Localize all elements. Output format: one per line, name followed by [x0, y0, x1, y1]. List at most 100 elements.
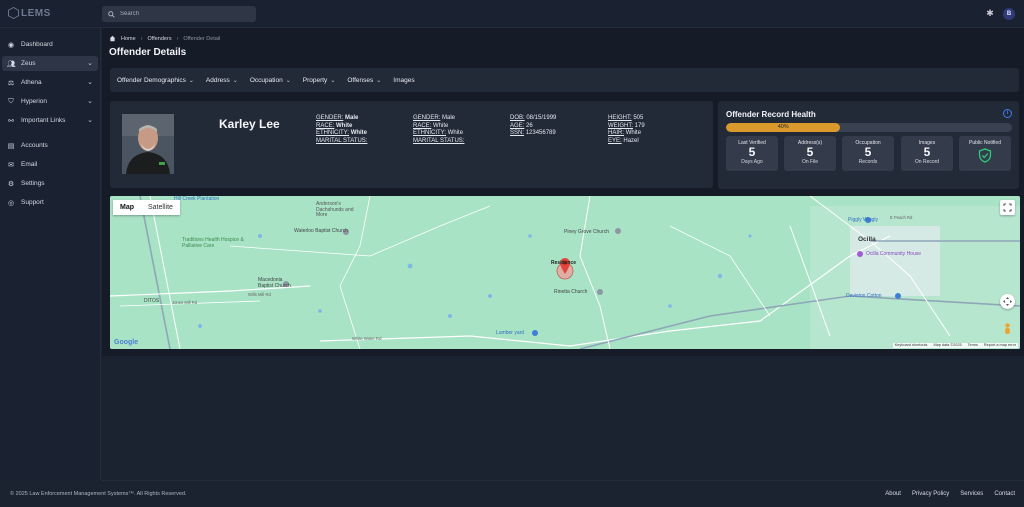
theme-toggle-sun-icon[interactable]: ✱ [985, 8, 995, 18]
tab-label: Property [302, 76, 328, 84]
home-icon [109, 35, 116, 42]
report-map-error-link[interactable]: Report a map error [984, 343, 1016, 348]
footer: © 2025 Law Enforcement Management System… [10, 480, 1024, 507]
offender-photo[interactable] [122, 114, 174, 174]
satellite-view-button[interactable]: Satellite [141, 200, 180, 215]
map-label-highway: E Peach Rd [890, 215, 913, 220]
search-icon [108, 10, 115, 18]
sidebar-item-accounts[interactable]: ▤ Accounts [2, 138, 98, 153]
tab-label: Address [205, 76, 230, 84]
tab-images[interactable]: Images [393, 77, 414, 84]
tab-property[interactable]: Property ⌄ [303, 77, 336, 84]
stat-last-verified: Last Verified 5 Days Ago [726, 136, 778, 171]
pegman-icon [1005, 323, 1010, 334]
dob-label: DOB: [510, 115, 525, 121]
tab-address[interactable]: Address ⌄ [206, 77, 238, 84]
chevron-down-icon: ⌄ [376, 77, 382, 84]
breadcrumb-offenders[interactable]: Offenders [148, 36, 172, 42]
sidebar-item-zeus[interactable]: 👥︎ Zeus ⌄ [2, 56, 98, 71]
map-label-road-2: Wills Mill Rd [248, 292, 271, 297]
stat-addresses: Address(s) 5 On File [784, 136, 836, 171]
race-label: RACE: [316, 122, 335, 129]
sidebar-item-email[interactable]: ✉ Email [2, 157, 98, 172]
record-health-card: Offender Record Health i 40% Last Verifi… [718, 101, 1019, 189]
map-label-traditions: Traditions Health Hospice & Palliative C… [182, 237, 244, 249]
identity-fields: DOB: 08/15/1999 AGE: 26 SSN: 123456789 [510, 115, 556, 138]
user-avatar[interactable]: B [1003, 8, 1015, 20]
stat-label: Public Notified [969, 140, 1001, 146]
hair-label: HAIR: [608, 130, 625, 136]
eye-label: EYE: [608, 137, 622, 144]
stat-public-notified: Public Notified [959, 136, 1011, 171]
record-health-title: Offender Record Health [726, 110, 816, 119]
sidebar-item-label: Important Links [21, 117, 66, 124]
sidebar-item-important-links[interactable]: ⚯ Important Links ⌄ [2, 113, 98, 128]
map-label-community: Ocilla Community House [866, 251, 922, 257]
sidebar-item-hyperion[interactable]: ⛉ Hyperion ⌄ [2, 94, 98, 109]
age-label: AGE: [510, 122, 525, 129]
fullscreen-icon [1003, 203, 1012, 212]
map-label-white-water: White Water Rd [352, 336, 382, 341]
shield-icon: ⛉ [8, 97, 14, 105]
sidebar-item-label: Hyperion [21, 98, 48, 105]
shield-check-icon [978, 148, 992, 163]
breadcrumb-home[interactable]: Home [121, 36, 136, 42]
gear-icon: ⚙ [7, 180, 15, 188]
sidebar-item-athena[interactable]: ⚖ Athena ⌄ [2, 75, 98, 90]
map-camera-control[interactable] [1000, 294, 1015, 309]
eye-value: Hazel [623, 137, 639, 144]
offender-photo-image [122, 114, 174, 174]
stat-occupation: Occupation 5 Records [842, 136, 894, 171]
footer-link-privacy-policy[interactable]: Privacy Policy [912, 491, 949, 497]
chevron-down-icon: ⌄ [87, 117, 93, 124]
map-label-lumber: Lumber yard [496, 330, 525, 336]
keyboard-shortcuts-link[interactable]: Keyboard shortcuts [895, 343, 928, 348]
ssn-value: 123456789 [525, 130, 556, 136]
ethnicity-value: White [350, 130, 368, 136]
stat-value: 5 [864, 145, 872, 159]
sidebar-item-settings[interactable]: ⚙ Settings [2, 176, 98, 191]
google-logo: Google [114, 339, 139, 346]
chevron-down-icon: ⌄ [285, 77, 291, 84]
map-label-ocilla: Ocilla [858, 236, 876, 243]
scale-icon: ⚖ [7, 79, 15, 87]
link-icon: ⚯ [8, 117, 14, 125]
map-view-button[interactable]: Map [113, 200, 141, 215]
tab-offenses[interactable]: Offenses ⌄ [347, 77, 381, 84]
summary-fields: GENDER: Male RACE: White ETHNICITY: Whit… [316, 115, 367, 145]
sidebar-item-label: Dashboard [21, 41, 53, 48]
sidebar-item-dashboard[interactable]: ◉ Dashboard [2, 37, 98, 52]
ethnicity-label: ETHNICITY: [413, 130, 447, 136]
footer-link-contact[interactable]: Contact [994, 491, 1015, 497]
map-attribution: Keyboard shortcuts Map data ©2025 Terms … [892, 343, 1018, 348]
search-box[interactable] [102, 6, 256, 22]
progress-label: 40% [777, 124, 789, 130]
app-logo[interactable]: LEMS [8, 7, 51, 19]
stat-images: Images 5 On Record [901, 136, 953, 171]
marital-status-label: MARITAL STATUS: [413, 137, 465, 144]
demographics-fields: GENDER: Male RACE: White ETHNICITY: Whit… [413, 115, 464, 145]
map-label-andersons: Anderson's Dachshunds and More [316, 201, 354, 218]
chevron-down-icon: ⌄ [232, 77, 238, 84]
ethnicity-label: ETHNICITY: [316, 130, 350, 136]
residence-map[interactable]: Map Satellite Hill Creek Plantation Ande… [110, 196, 1020, 349]
sidebar-item-label: Support [21, 199, 44, 206]
record-health-progress: 40% [726, 123, 1012, 132]
tab-offender-demographics[interactable]: Offender Demographics ⌄ [117, 77, 194, 84]
footer-link-about[interactable]: About [885, 491, 901, 497]
sidebar-item-support[interactable]: ◎ Support [2, 195, 98, 210]
info-icon[interactable]: i [1003, 109, 1012, 118]
search-input[interactable] [120, 11, 240, 17]
chevron-down-icon: ⌄ [330, 77, 336, 84]
map-label-ditos: DITOS [144, 298, 160, 304]
tab-occupation[interactable]: Occupation ⌄ [250, 77, 291, 84]
hexagon-logo-icon [8, 7, 19, 19]
terms-link[interactable]: Terms [968, 343, 978, 348]
camera-control-icon [1003, 297, 1012, 306]
fullscreen-button[interactable] [1000, 200, 1015, 215]
footer-link-services[interactable]: Services [960, 491, 983, 497]
street-view-pegman[interactable] [1000, 322, 1015, 337]
footer-links: About Privacy Policy Services Contact [885, 491, 1015, 497]
map-label-piggly: Piggly Wiggly [848, 217, 879, 223]
hair-value: White [625, 130, 642, 136]
